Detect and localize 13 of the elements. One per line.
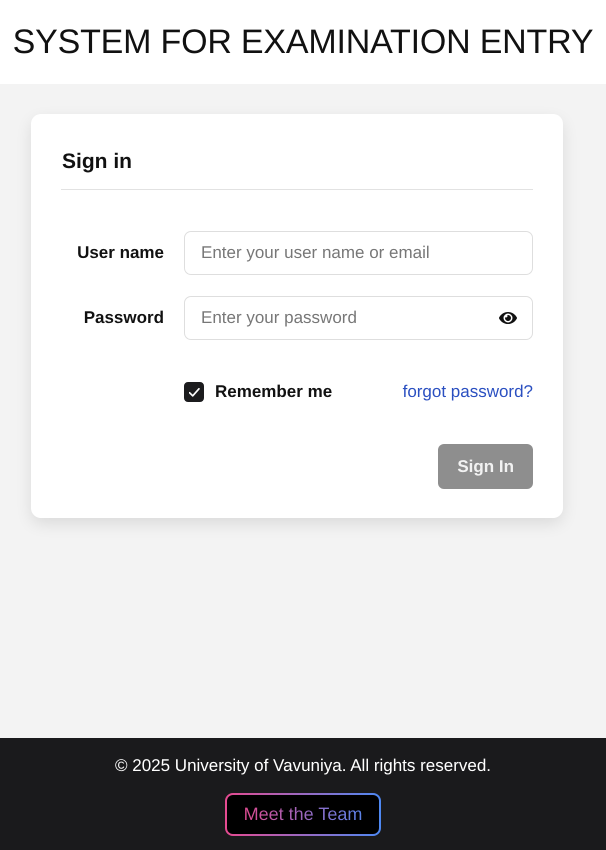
check-icon — [188, 388, 200, 396]
forgot-password-link[interactable]: forgot password? — [402, 382, 533, 402]
username-field[interactable]: Enter your user name or email — [184, 231, 533, 275]
field-label: Password — [84, 308, 164, 328]
page-title: SYSTEM FOR EXAMINATION ENTRY — [12, 22, 594, 62]
eye-icon[interactable] — [497, 310, 519, 326]
field-label: User name — [77, 243, 164, 263]
remember-checkbox[interactable] — [184, 382, 204, 402]
card-title: Sign in — [61, 147, 533, 190]
copyright-text: © 2025 University of Vavuniya. All rights reserved. — [115, 755, 491, 777]
meet-team-button[interactable]: Meet the Team — [224, 793, 382, 836]
remember-label: Remember me — [215, 382, 332, 402]
password-field[interactable]: Enter your password — [184, 296, 533, 340]
